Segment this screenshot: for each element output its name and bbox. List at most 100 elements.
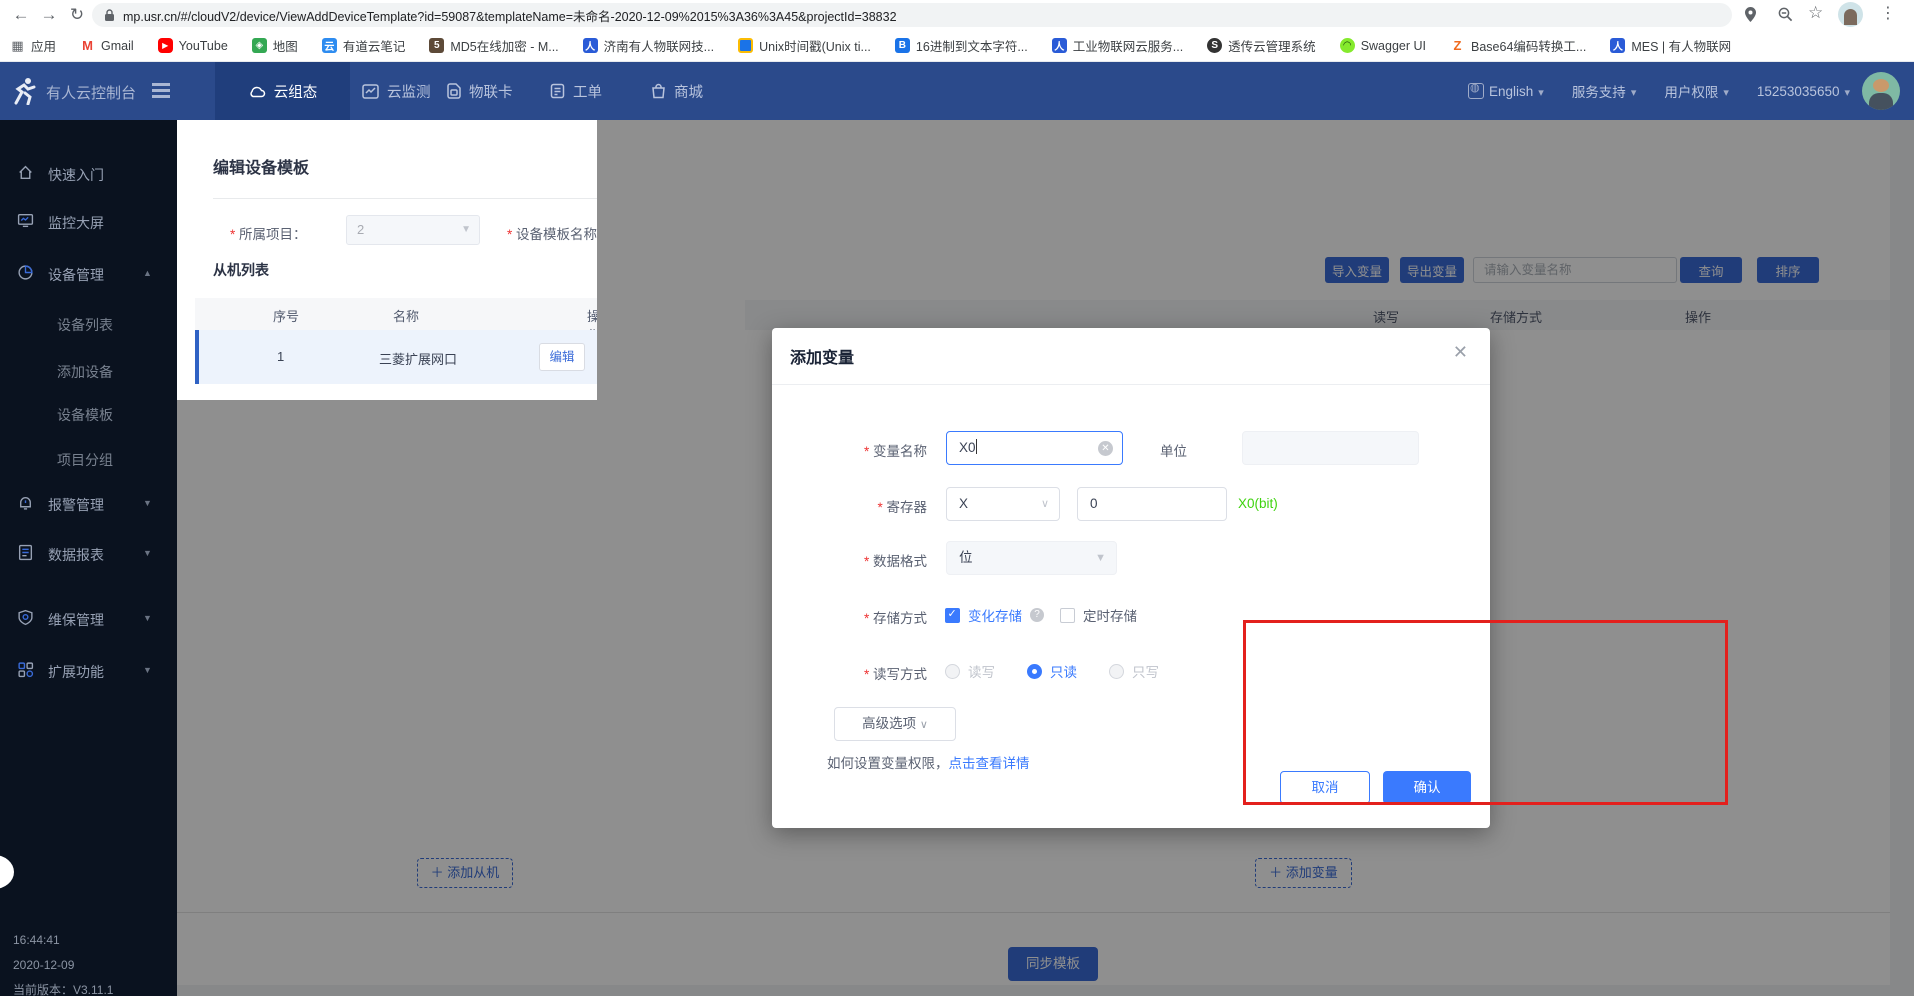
maps-icon: ◈ — [252, 38, 267, 53]
language-dropdown[interactable]: English — [1468, 83, 1544, 99]
monitor-chart-icon — [362, 84, 379, 99]
sidebar-item-maintenance[interactable]: 维保管理 ▼ — [0, 600, 177, 640]
tab-work-order[interactable]: 工单 — [540, 62, 612, 120]
storage-options: 变化存储 ? 定时存储 — [945, 605, 1137, 625]
rw-mode-label: 读写方式 — [772, 663, 927, 683]
cancel-button[interactable]: 取消 — [1280, 771, 1370, 804]
hex-text-icon: B — [895, 38, 910, 53]
apps-grid-icon: ▦ — [10, 38, 25, 53]
tab-cloud-monitor[interactable]: 云监测 — [352, 62, 441, 120]
data-format-select[interactable]: 位 ▼ — [946, 541, 1117, 575]
checkbox-unchecked-icon[interactable] — [1060, 608, 1075, 623]
globe-icon — [1468, 83, 1484, 99]
location-pin-icon[interactable] — [1744, 6, 1757, 23]
sidebar-item-alarm-mgmt[interactable]: 报警管理 ▼ — [0, 485, 177, 525]
edit-slave-button[interactable]: 编辑 — [539, 343, 585, 371]
tab-cloud-scada[interactable]: 云组态 — [215, 62, 350, 120]
bookmark-gmail[interactable]: M Gmail — [80, 38, 134, 53]
bookmark-apps[interactable]: ▦ 应用 — [10, 36, 56, 55]
bookmark-md5[interactable]: 5 MD5在线加密 - M... — [429, 36, 558, 55]
permission-help-text: 如何设置变量权限，点击查看详情 — [827, 752, 1030, 772]
address-bar[interactable]: mp.usr.cn/#/cloudV2/device/ViewAddDevice… — [92, 3, 1732, 27]
chevron-down-icon: ▼ — [461, 216, 471, 244]
bookmark-mes[interactable]: 人 MES | 有人物联网 — [1610, 36, 1731, 55]
divider — [213, 198, 597, 199]
usr-person-icon: 人 — [583, 38, 598, 53]
storage-option-change[interactable]: 变化存储 — [968, 605, 1022, 625]
confirm-button[interactable]: 确认 — [1383, 771, 1471, 804]
device-pie-icon — [17, 264, 34, 281]
permission-dropdown[interactable]: 用户权限 — [1664, 81, 1729, 101]
unit-input[interactable] — [1242, 431, 1419, 465]
help-question-icon[interactable]: ? — [1030, 608, 1044, 622]
close-icon[interactable]: ✕ — [1453, 342, 1468, 363]
bookmark-youdao[interactable]: 云 有道云笔记 — [322, 36, 406, 55]
reload-icon[interactable]: ↻ — [64, 2, 90, 28]
account-dropdown[interactable]: 15253035650 — [1757, 84, 1850, 99]
variable-name-label: 变量名称 — [772, 440, 927, 460]
sidebar-item-device-list[interactable]: 设备列表 — [0, 305, 177, 345]
chevron-down-icon: ▼ — [143, 613, 152, 623]
sidebar-item-device-template[interactable]: 设备模板 — [0, 395, 177, 435]
gmail-icon: M — [80, 38, 95, 53]
browser-profile-avatar[interactable] — [1838, 2, 1863, 27]
radio-selected-icon[interactable] — [1027, 664, 1042, 679]
back-icon[interactable]: ← — [8, 2, 34, 28]
chevron-down-icon: ▼ — [143, 548, 152, 558]
alarm-icon — [17, 494, 34, 511]
project-select[interactable]: 2 ▼ — [346, 215, 480, 245]
register-address-input[interactable]: 0 — [1077, 487, 1227, 521]
slave-list-section-title: 从机列表 — [213, 260, 269, 280]
storage-option-timed[interactable]: 定时存储 — [1083, 605, 1137, 625]
usr-person-icon: 人 — [1610, 38, 1625, 53]
register-type-select[interactable]: X ∨ — [946, 487, 1060, 521]
extensions-grid-icon — [17, 661, 34, 678]
current-date: 2020-12-09 — [13, 955, 113, 975]
tab-iot-card[interactable]: 物联卡 — [437, 62, 523, 120]
sidebar-item-extensions[interactable]: 扩展功能 ▼ — [0, 652, 177, 692]
slave-table-row[interactable]: 1 三菱扩展网口 编辑 — [195, 330, 597, 384]
forward-icon[interactable]: → — [36, 2, 62, 28]
template-name-label: 设备模板名称 — [507, 223, 597, 243]
view-details-link[interactable]: 点击查看详情 — [949, 756, 1030, 771]
bookmark-star-icon[interactable]: ☆ — [1808, 3, 1823, 23]
bookmark-unix-time[interactable]: Unix时间戳(Unix ti... — [738, 36, 871, 55]
browser-menu-icon[interactable]: ⋮ — [1880, 3, 1896, 23]
zoom-out-icon[interactable] — [1778, 7, 1793, 22]
bookmark-usr-tech[interactable]: 人 济南有人物联网技... — [583, 36, 714, 55]
user-avatar[interactable] — [1862, 72, 1900, 110]
sidebar-item-dashboard[interactable]: 监控大屏 — [0, 203, 177, 243]
edit-template-header: 编辑设备模板 所属项目： 2 ▼ 设备模板名称 从机列表 序号 名称 操作 1 … — [177, 120, 597, 400]
storage-mode-label: 存储方式 — [772, 607, 927, 627]
bookmark-swagger[interactable]: ◠ Swagger UI — [1340, 38, 1426, 53]
register-hint: X0(bit) — [1238, 496, 1278, 511]
sidebar-item-device-mgmt[interactable]: 设备管理 ▲ — [0, 255, 177, 295]
youdao-note-icon: 云 — [322, 38, 337, 53]
rw-option-readonly[interactable]: 只读 — [1050, 661, 1077, 681]
bookmark-passthrough[interactable]: S 透传云管理系统 — [1207, 36, 1316, 55]
checkbox-checked-icon[interactable] — [945, 608, 960, 623]
home-icon — [17, 164, 34, 181]
bookmark-maps[interactable]: ◈ 地图 — [252, 36, 298, 55]
sidebar-item-data-report[interactable]: 数据报表 ▼ — [0, 535, 177, 575]
rw-options: 读写 只读 只写 — [945, 661, 1159, 681]
shop-bag-icon — [651, 83, 666, 99]
support-dropdown[interactable]: 服务支持 — [1572, 81, 1637, 101]
sidebar-item-project-group[interactable]: 项目分组 — [0, 440, 177, 480]
radio-disabled-icon — [1109, 664, 1124, 679]
bookmark-youtube[interactable]: ▶ YouTube — [158, 38, 228, 53]
bookmark-base64[interactable]: Z Base64编码转换工... — [1450, 36, 1586, 55]
bookmark-hex-text[interactable]: B 16进制到文本字符... — [895, 36, 1028, 55]
tab-mall[interactable]: 商城 — [641, 62, 713, 120]
chevron-down-icon: ∨ — [1041, 488, 1049, 520]
collapse-menu-icon[interactable] — [152, 83, 170, 86]
sidebar-item-add-device[interactable]: 添加设备 — [0, 352, 177, 392]
shield-icon — [17, 609, 34, 626]
bookmark-iiot-cloud[interactable]: 人 工业物联网云服务... — [1052, 36, 1183, 55]
sidebar-item-quick-start[interactable]: 快速入门 — [0, 155, 177, 195]
advanced-options-button[interactable]: 高级选项 ∨ — [834, 707, 956, 741]
radio-disabled-icon — [945, 664, 960, 679]
current-time: 16:44:41 — [13, 930, 113, 950]
md5-icon: 5 — [429, 38, 444, 53]
work-order-icon — [550, 83, 565, 99]
